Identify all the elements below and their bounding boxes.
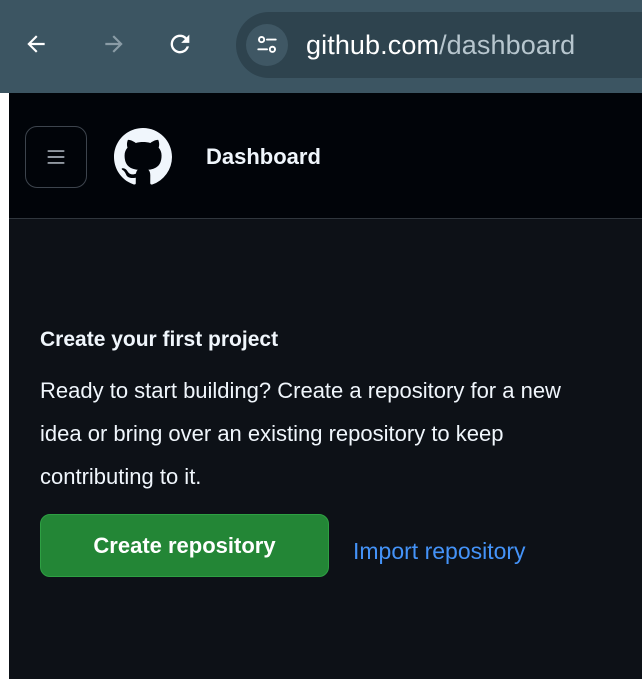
- import-repository-link[interactable]: Import repository: [353, 536, 526, 566]
- url-path: /dashboard: [439, 30, 576, 60]
- browser-toolbar: github.com/dashboard: [0, 0, 642, 93]
- address-bar[interactable]: github.com/dashboard: [236, 12, 642, 78]
- url-host: github.com: [306, 30, 440, 60]
- back-button[interactable]: [14, 22, 58, 66]
- tune-icon: [257, 36, 277, 53]
- github-page: Dashboard Create your first project Read…: [9, 93, 642, 679]
- hamburger-menu-icon: [47, 150, 65, 164]
- create-repository-button[interactable]: Create repository: [40, 514, 329, 577]
- app-header: Dashboard: [9, 93, 642, 219]
- onboarding-description: Ready to start building? Create a reposi…: [40, 378, 561, 489]
- reload-button[interactable]: [158, 22, 202, 66]
- arrow-right-icon: [105, 35, 123, 53]
- github-logo-icon[interactable]: [114, 128, 172, 186]
- forward-button[interactable]: [92, 22, 136, 66]
- onboarding-title: Create your first project: [40, 328, 279, 351]
- reload-icon: [170, 34, 190, 54]
- site-info-button[interactable]: [246, 24, 288, 66]
- url-text[interactable]: github.com/dashboard: [306, 30, 575, 60]
- screen: github.com/dashboard Dashboard Create yo…: [0, 0, 642, 679]
- header-title[interactable]: Dashboard: [206, 143, 321, 171]
- open-menu-button[interactable]: [25, 126, 87, 188]
- arrow-left-icon: [27, 35, 45, 53]
